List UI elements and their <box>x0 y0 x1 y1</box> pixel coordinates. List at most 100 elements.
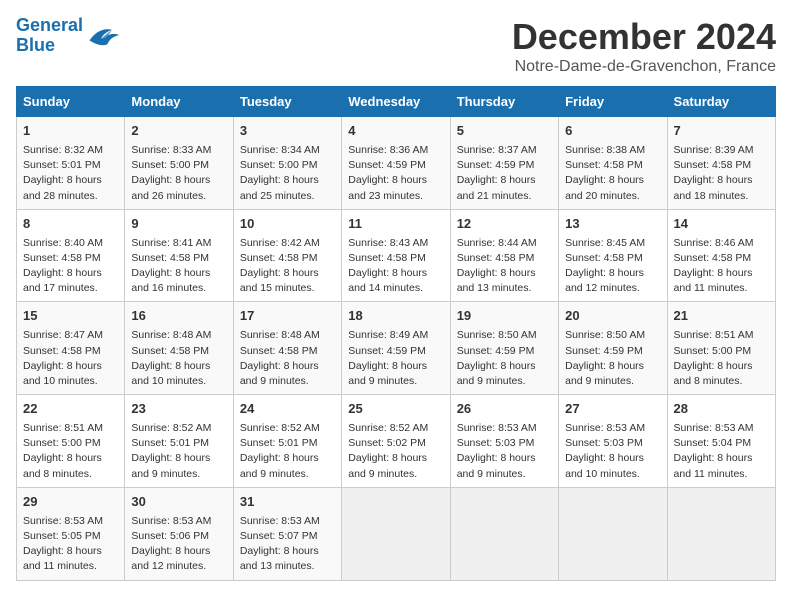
day-info-line: Daylight: 8 hours <box>23 360 102 372</box>
day-info-line: Sunrise: 8:52 AM <box>240 422 320 434</box>
day-info-line: Sunset: 4:59 PM <box>457 345 535 357</box>
day-info-line: Daylight: 8 hours <box>457 267 536 279</box>
calendar-cell: 28Sunrise: 8:53 AM Sunset: 5:04 PM Dayli… <box>667 395 775 488</box>
day-info-line: Sunrise: 8:51 AM <box>23 422 103 434</box>
day-number: 23 <box>131 400 226 419</box>
day-info-line: and 9 minutes. <box>240 468 309 480</box>
day-info-line: Sunrise: 8:53 AM <box>457 422 537 434</box>
day-info-line: and 28 minutes. <box>23 190 98 202</box>
day-number: 5 <box>457 122 552 141</box>
day-info-line: Daylight: 8 hours <box>674 360 753 372</box>
calendar-cell: 29Sunrise: 8:53 AM Sunset: 5:05 PM Dayli… <box>17 487 125 580</box>
day-info-line: Sunrise: 8:53 AM <box>674 422 754 434</box>
day-info-line: Sunset: 4:59 PM <box>348 159 426 171</box>
day-info-line: Sunset: 4:58 PM <box>131 345 209 357</box>
day-info-line: and 11 minutes. <box>23 560 97 572</box>
day-info-line: Sunset: 5:02 PM <box>348 437 426 449</box>
day-info-line: and 20 minutes. <box>565 190 640 202</box>
day-info-line: Sunrise: 8:44 AM <box>457 237 537 249</box>
day-info-line: Sunrise: 8:45 AM <box>565 237 645 249</box>
week-row-1: 8Sunrise: 8:40 AM Sunset: 4:58 PM Daylig… <box>17 209 776 302</box>
day-info-line: Sunset: 4:58 PM <box>565 252 643 264</box>
day-info-line: and 9 minutes. <box>348 375 417 387</box>
day-number: 18 <box>348 307 443 326</box>
day-info-line: Sunset: 5:00 PM <box>23 437 101 449</box>
day-info-line: Sunrise: 8:51 AM <box>674 329 754 341</box>
day-info-line: Sunset: 5:01 PM <box>23 159 101 171</box>
day-number: 26 <box>457 400 552 419</box>
location-title: Notre-Dame-de-Gravenchon, France <box>512 58 776 76</box>
day-info-line: Sunrise: 8:40 AM <box>23 237 103 249</box>
day-info-line: Sunrise: 8:50 AM <box>565 329 645 341</box>
day-number: 11 <box>348 215 443 234</box>
day-info-line: Sunrise: 8:39 AM <box>674 144 754 156</box>
day-info-line: and 26 minutes. <box>131 190 206 202</box>
day-info-line: Sunset: 5:01 PM <box>131 437 209 449</box>
day-info-line: Daylight: 8 hours <box>240 452 319 464</box>
day-info-line: Daylight: 8 hours <box>23 267 102 279</box>
week-row-4: 29Sunrise: 8:53 AM Sunset: 5:05 PM Dayli… <box>17 487 776 580</box>
day-info-line: Sunrise: 8:43 AM <box>348 237 428 249</box>
calendar-cell: 6Sunrise: 8:38 AM Sunset: 4:58 PM Daylig… <box>559 117 667 210</box>
calendar-header: SundayMondayTuesdayWednesdayThursdayFrid… <box>17 87 776 117</box>
day-info-line: Sunset: 4:58 PM <box>23 252 101 264</box>
day-info-line: Daylight: 8 hours <box>23 174 102 186</box>
calendar-cell: 7Sunrise: 8:39 AM Sunset: 4:58 PM Daylig… <box>667 117 775 210</box>
day-info-line: Sunrise: 8:34 AM <box>240 144 320 156</box>
calendar-cell: 24Sunrise: 8:52 AM Sunset: 5:01 PM Dayli… <box>233 395 341 488</box>
week-row-2: 15Sunrise: 8:47 AM Sunset: 4:58 PM Dayli… <box>17 302 776 395</box>
calendar-cell: 2Sunrise: 8:33 AM Sunset: 5:00 PM Daylig… <box>125 117 233 210</box>
day-info-line: Sunset: 4:58 PM <box>131 252 209 264</box>
calendar-cell <box>667 487 775 580</box>
day-info-line: and 9 minutes. <box>240 375 309 387</box>
day-info-line: Sunrise: 8:48 AM <box>240 329 320 341</box>
day-info-line: Sunrise: 8:33 AM <box>131 144 211 156</box>
calendar-cell: 3Sunrise: 8:34 AM Sunset: 5:00 PM Daylig… <box>233 117 341 210</box>
day-info-line: Daylight: 8 hours <box>674 452 753 464</box>
day-info-line: Sunset: 4:58 PM <box>457 252 535 264</box>
calendar-cell: 1Sunrise: 8:32 AM Sunset: 5:01 PM Daylig… <box>17 117 125 210</box>
day-info-line: Daylight: 8 hours <box>23 452 102 464</box>
day-number: 9 <box>131 215 226 234</box>
day-info-line: Daylight: 8 hours <box>457 360 536 372</box>
day-info-line: Sunrise: 8:53 AM <box>240 515 320 527</box>
day-info-line: Daylight: 8 hours <box>348 452 427 464</box>
day-info-line: Sunrise: 8:38 AM <box>565 144 645 156</box>
day-info-line: and 11 minutes. <box>674 468 748 480</box>
calendar-cell: 9Sunrise: 8:41 AM Sunset: 4:58 PM Daylig… <box>125 209 233 302</box>
day-info-line: Daylight: 8 hours <box>457 452 536 464</box>
logo-text: General Blue <box>16 16 83 56</box>
day-info-line: and 8 minutes. <box>23 468 92 480</box>
day-info-line: Daylight: 8 hours <box>240 545 319 557</box>
day-info-line: Sunrise: 8:49 AM <box>348 329 428 341</box>
day-info-line: Sunrise: 8:52 AM <box>131 422 211 434</box>
day-info-line: Daylight: 8 hours <box>131 360 210 372</box>
day-info-line: Daylight: 8 hours <box>348 174 427 186</box>
day-number: 14 <box>674 215 769 234</box>
day-info-line: Sunrise: 8:53 AM <box>23 515 103 527</box>
day-info-line: Sunrise: 8:53 AM <box>131 515 211 527</box>
calendar-cell: 14Sunrise: 8:46 AM Sunset: 4:58 PM Dayli… <box>667 209 775 302</box>
day-info-line: and 9 minutes. <box>457 468 526 480</box>
day-info-line: and 18 minutes. <box>674 190 749 202</box>
day-number: 25 <box>348 400 443 419</box>
day-info-line: Sunrise: 8:47 AM <box>23 329 103 341</box>
day-info-line: and 9 minutes. <box>131 468 200 480</box>
day-info-line: Daylight: 8 hours <box>348 360 427 372</box>
day-number: 22 <box>23 400 118 419</box>
day-number: 3 <box>240 122 335 141</box>
day-info-line: Sunset: 4:58 PM <box>674 159 752 171</box>
title-block: December 2024 Notre-Dame-de-Gravenchon, … <box>512 16 776 76</box>
calendar-cell: 10Sunrise: 8:42 AM Sunset: 4:58 PM Dayli… <box>233 209 341 302</box>
day-info-line: Sunset: 4:59 PM <box>565 345 643 357</box>
month-title: December 2024 <box>512 16 776 58</box>
day-info-line: Daylight: 8 hours <box>674 267 753 279</box>
day-info-line: Sunset: 5:07 PM <box>240 530 318 542</box>
calendar-cell: 26Sunrise: 8:53 AM Sunset: 5:03 PM Dayli… <box>450 395 558 488</box>
calendar-cell: 4Sunrise: 8:36 AM Sunset: 4:59 PM Daylig… <box>342 117 450 210</box>
day-number: 12 <box>457 215 552 234</box>
calendar-cell: 31Sunrise: 8:53 AM Sunset: 5:07 PM Dayli… <box>233 487 341 580</box>
day-number: 28 <box>674 400 769 419</box>
calendar-table: SundayMondayTuesdayWednesdayThursdayFrid… <box>16 86 776 581</box>
weekday-header-tuesday: Tuesday <box>233 87 341 117</box>
